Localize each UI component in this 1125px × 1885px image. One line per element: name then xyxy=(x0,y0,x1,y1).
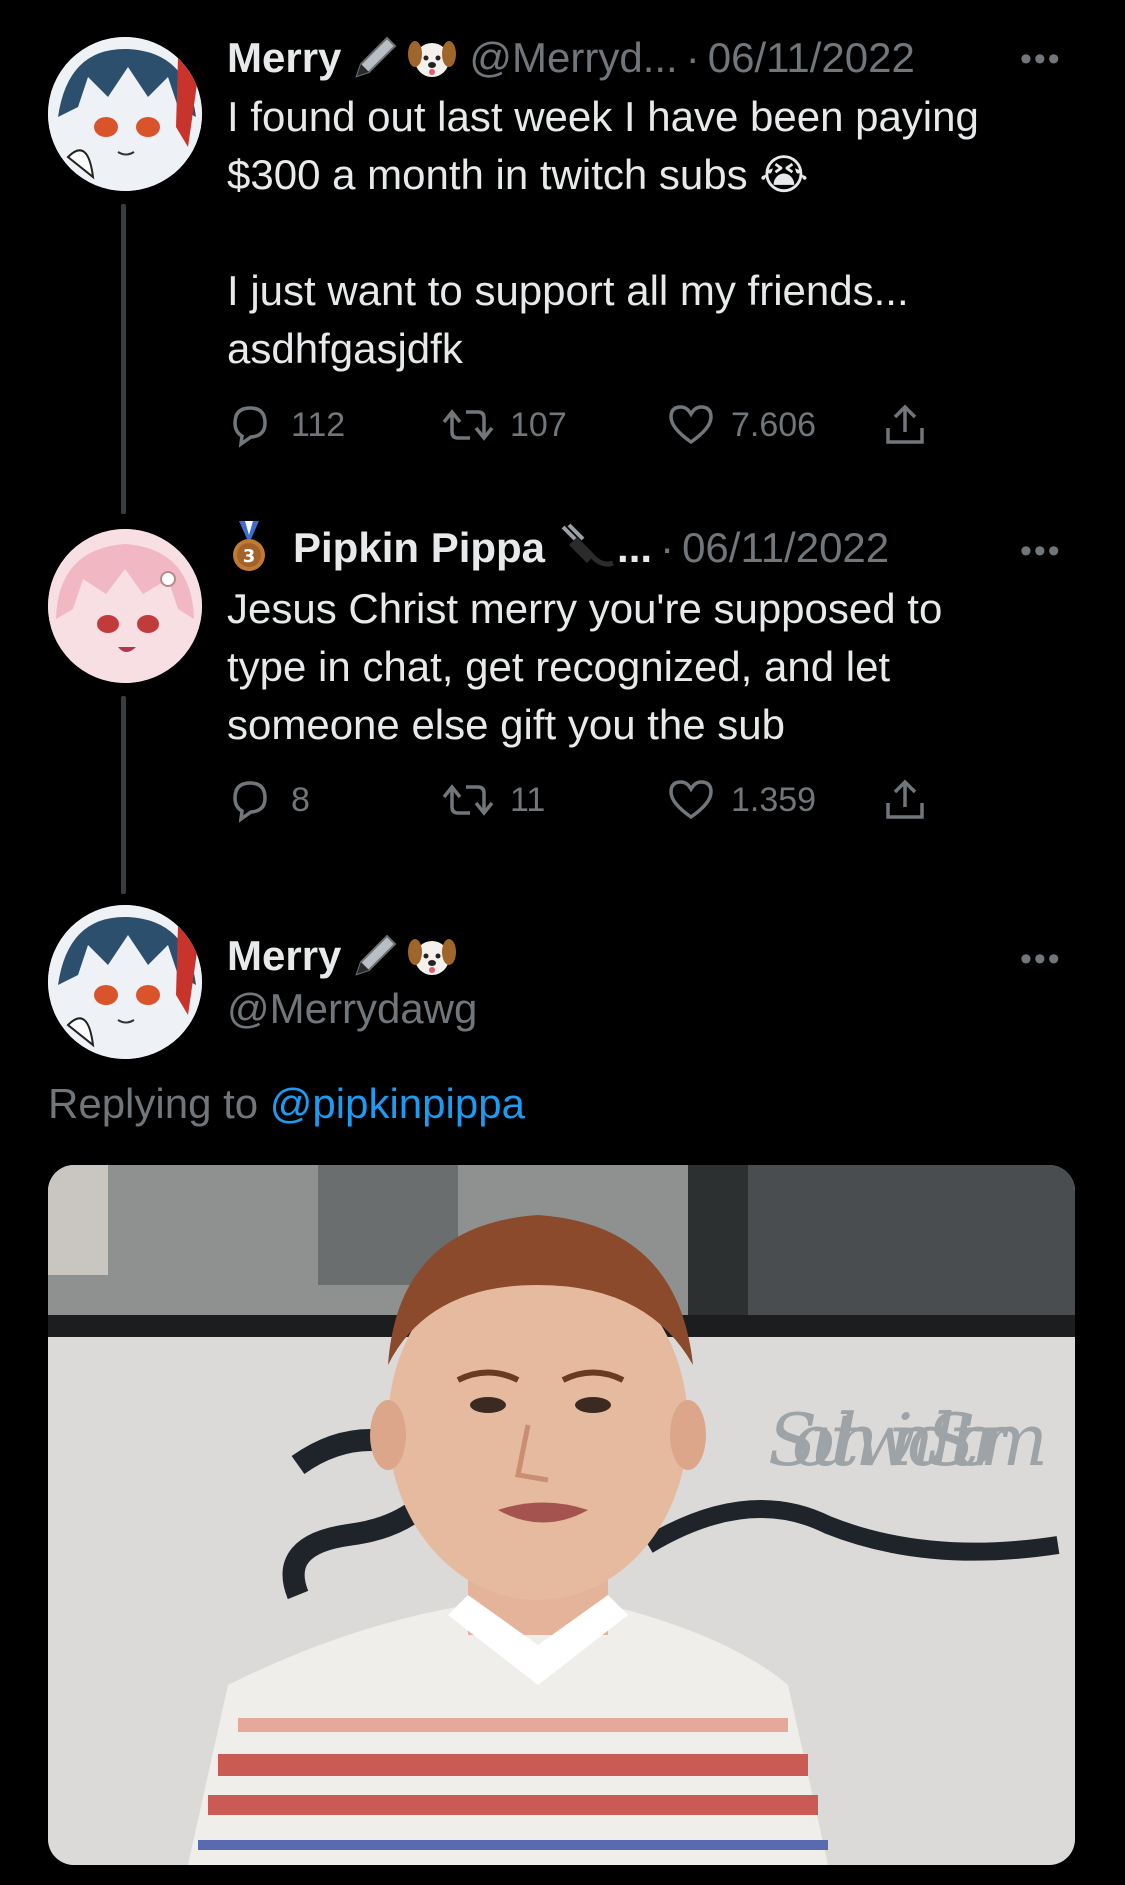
tweet-line: someone else gift you the sub xyxy=(227,701,786,748)
retweet-count: 107 xyxy=(510,405,567,444)
thread-line xyxy=(121,204,126,514)
reply-count: 8 xyxy=(291,780,310,819)
anime-avatar-image xyxy=(48,529,202,683)
handle[interactable]: @Merryd... xyxy=(469,34,677,82)
tweet-line: I found out last week I have been paying xyxy=(227,93,979,140)
timestamp[interactable]: 06/11/2022 xyxy=(708,34,915,82)
tweet-line: I just want to support all my friends... xyxy=(227,267,909,314)
tweet-line: asdhfgasjdfk xyxy=(227,325,463,372)
retweet-button[interactable]: 107 xyxy=(442,402,567,448)
medal-icon: 3 xyxy=(227,521,271,575)
separator: · xyxy=(685,34,700,81)
tweet-header: 3 Pipkin Pippa ... · 06/11/2022 xyxy=(227,520,889,576)
tweet-text: I found out last week I have been paying… xyxy=(227,88,1107,378)
avatar-merry[interactable] xyxy=(48,37,202,191)
retweet-icon xyxy=(442,777,494,823)
dog-icon xyxy=(407,34,457,82)
replying-to-label: Replying to xyxy=(48,1080,259,1127)
like-button[interactable]: 1.359 xyxy=(667,777,816,823)
svg-text:3: 3 xyxy=(243,546,256,567)
pen-icon xyxy=(351,932,399,980)
tweet-text: Jesus Christ merry you're supposed to ty… xyxy=(227,580,1107,754)
anime-avatar-image xyxy=(48,905,202,1059)
dog-icon xyxy=(407,932,457,980)
tweet-line: $300 a month in twitch subs 😭 xyxy=(227,151,809,198)
avatar-pipkin-pippa[interactable] xyxy=(48,529,202,683)
tweet-line: type in chat, get recognized, and let xyxy=(227,643,891,690)
like-count: 7.606 xyxy=(731,405,817,444)
photo-boy-frowning: Southwind Storm xyxy=(48,1165,1075,1865)
retweet-button[interactable]: 11 xyxy=(442,777,545,823)
timestamp[interactable]: 06/11/2022 xyxy=(682,524,889,572)
like-button[interactable]: 7.606 xyxy=(667,402,816,448)
plug-icon xyxy=(559,523,615,573)
anime-avatar-image xyxy=(48,37,202,191)
name-truncation: ... xyxy=(617,524,653,571)
watermark-text: Southwind Storm xyxy=(768,1398,1048,1482)
heart-icon xyxy=(667,777,715,823)
more-options-button[interactable]: ••• xyxy=(1020,532,1062,571)
thread-line xyxy=(121,696,126,894)
tweet-header: Merry @Merryd... · 06/11/2022 xyxy=(227,30,915,86)
share-button[interactable] xyxy=(882,402,928,448)
replying-to-handle-link[interactable]: @pipkinpippa xyxy=(270,1080,525,1127)
main-tweet-header: Merry xyxy=(227,928,457,984)
reply-icon xyxy=(227,402,273,448)
handle[interactable]: @Merrydawg xyxy=(227,985,477,1033)
action-bar: 8 11 1.359 xyxy=(227,777,947,827)
display-name[interactable]: Pipkin Pippa xyxy=(293,524,545,572)
more-options-button[interactable]: ••• xyxy=(1020,40,1062,79)
avatar-merry[interactable] xyxy=(48,905,202,1059)
retweet-count: 11 xyxy=(510,780,546,819)
separator: · xyxy=(660,524,675,571)
reply-count: 112 xyxy=(291,405,346,444)
action-bar: 112 107 7.606 xyxy=(227,402,947,452)
retweet-icon xyxy=(442,402,494,448)
share-button[interactable] xyxy=(882,777,928,823)
crying-face-icon: 😭 xyxy=(759,151,809,198)
heart-icon xyxy=(667,402,715,448)
pen-icon xyxy=(351,34,399,82)
tweet-media-image[interactable]: Southwind Storm xyxy=(48,1165,1075,1865)
share-icon xyxy=(882,777,928,823)
share-icon xyxy=(882,402,928,448)
like-count: 1.359 xyxy=(731,780,817,819)
reply-button[interactable]: 8 xyxy=(227,777,310,823)
reply-icon xyxy=(227,777,273,823)
reply-button[interactable]: 112 xyxy=(227,402,345,448)
display-name[interactable]: Merry xyxy=(227,932,341,980)
more-options-button[interactable]: ••• xyxy=(1020,940,1062,979)
tweet-line: Jesus Christ merry you're supposed to xyxy=(227,585,943,632)
replying-to: Replying to @pipkinpippa xyxy=(48,1080,525,1128)
tweet-line xyxy=(227,204,1107,262)
display-name[interactable]: Merry xyxy=(227,34,341,82)
